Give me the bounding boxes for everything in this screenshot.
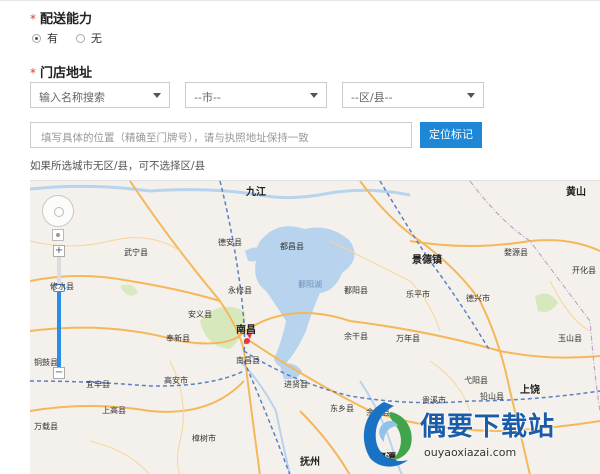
required-mark: *	[30, 12, 36, 26]
city-label: 东乡县	[330, 404, 354, 413]
delivery-radio-group: 有 无	[32, 30, 102, 46]
city-label: 修水县	[50, 282, 74, 291]
province-select-value: 输入名称搜索	[39, 91, 105, 104]
city-label: 万年县	[396, 334, 420, 343]
city-label: 武宁县	[124, 248, 148, 257]
chevron-down-icon	[310, 93, 318, 98]
city-label: 玉山县	[558, 334, 582, 343]
zoom-slider-track[interactable]	[57, 257, 61, 367]
delivery-radio-no[interactable]: 无	[76, 30, 102, 46]
city-label: 黄山	[566, 187, 586, 198]
delivery-radio-yes[interactable]: 有	[32, 30, 58, 46]
radio-unselected-icon[interactable]	[76, 33, 85, 43]
city-label: 婺源县	[504, 248, 528, 257]
chevron-down-icon	[467, 93, 475, 98]
city-label: 高安市	[164, 376, 188, 385]
city-label: 安义县	[188, 310, 212, 319]
city-label: 鄱阳县	[344, 286, 368, 295]
city-label: 樟树市	[192, 434, 216, 443]
site-watermark: 偶要下载站 ouyaoxiazai.com	[354, 398, 594, 472]
city-label: 永修县	[228, 286, 252, 295]
city-label: 景德镇	[412, 255, 442, 266]
zoom-slider-fill	[57, 287, 61, 367]
city-label: 铜鼓县	[34, 358, 58, 367]
zoom-out-button[interactable]: −	[53, 367, 65, 379]
city-label: 宜丰县	[86, 380, 110, 389]
required-mark: *	[30, 66, 36, 80]
address-detail-placeholder: 填写具体的位置（精确至门牌号），请与执照地址保持一致	[41, 132, 309, 144]
city-label: 抚州	[300, 457, 320, 468]
city-label: 上饶	[520, 385, 540, 396]
map-view[interactable]: + − 九江 黄山 武宁县 德安县 都昌县 鄱阳湖 景德镇 婺源县 开化县 修水…	[30, 180, 600, 474]
city-label: 德兴市	[466, 294, 490, 303]
city-select[interactable]: --市--	[185, 82, 327, 108]
top-divider	[0, 0, 600, 1]
city-label: 南昌	[236, 325, 256, 336]
watermark-title: 偶要下载站	[420, 412, 556, 442]
address-section-title: * 门店地址	[30, 62, 92, 81]
city-label: 弋阳县	[464, 376, 488, 385]
chevron-down-icon	[153, 93, 161, 98]
locate-mark-button[interactable]: 定位标记	[420, 122, 482, 148]
delivery-title-text: 配送能力	[40, 12, 93, 27]
city-label: 余干县	[344, 332, 368, 341]
watermark-url: ouyaoxiazai.com	[424, 446, 517, 459]
province-search-select[interactable]: 输入名称搜索	[30, 82, 170, 108]
city-label: 开化县	[572, 266, 596, 275]
city-label: 鄱阳湖	[298, 280, 322, 289]
map-pan-control[interactable]	[42, 195, 74, 227]
city-label: 九江	[246, 187, 266, 198]
radio-label-yes: 有	[47, 32, 58, 45]
delivery-section-title: * 配送能力	[30, 8, 92, 27]
watermark-logo-icon	[363, 402, 412, 467]
city-label: 南昌县	[236, 356, 260, 365]
city-label: 都昌县	[280, 242, 304, 251]
address-detail-input[interactable]: 填写具体的位置（精确至门牌号），请与执照地址保持一致	[30, 122, 412, 148]
city-label: 乐平市	[406, 290, 430, 299]
map-locate-icon[interactable]	[52, 229, 64, 241]
district-select-value: --区/县--	[351, 91, 393, 104]
address-title-text: 门店地址	[40, 66, 93, 81]
city-label: 奉新县	[166, 334, 190, 343]
city-label: 万载县	[34, 422, 58, 431]
district-hint-text: 如果所选城市无区/县，可不选择区/县	[30, 160, 206, 172]
radio-label-no: 无	[91, 32, 102, 45]
district-select[interactable]: --区/县--	[342, 82, 484, 108]
city-label: 德安县	[218, 238, 242, 247]
city-select-value: --市--	[194, 91, 221, 104]
zoom-in-button[interactable]: +	[53, 245, 65, 257]
city-label: 进贤县	[284, 380, 308, 389]
radio-selected-icon[interactable]	[32, 33, 41, 43]
city-label: 上高县	[102, 406, 126, 415]
